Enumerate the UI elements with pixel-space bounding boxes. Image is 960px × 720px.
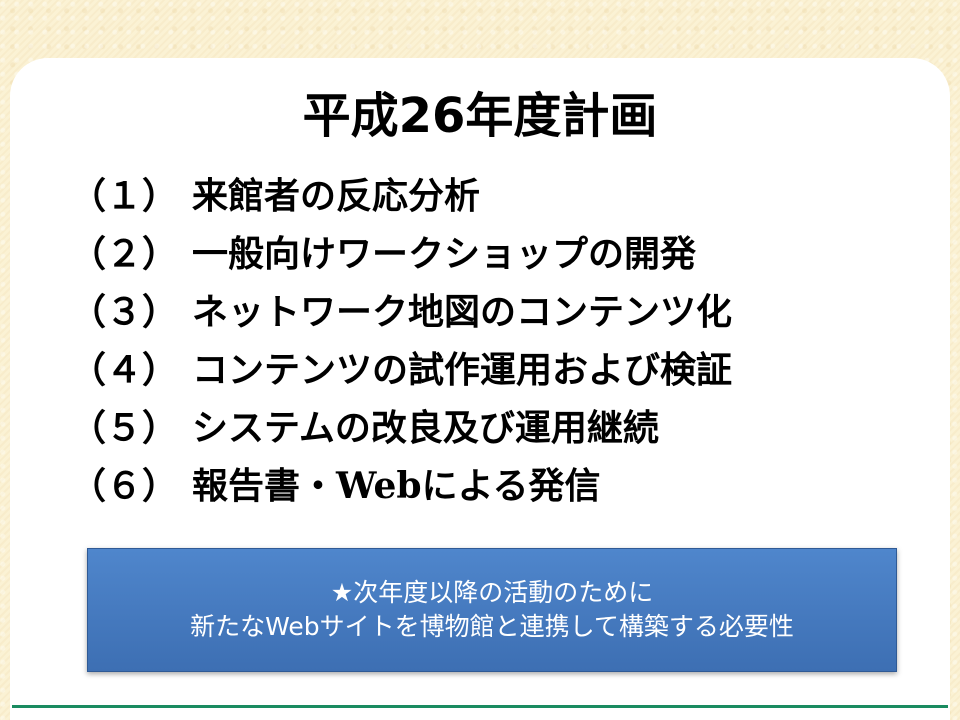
plan-item-number: （１） [70,175,179,217]
note-line-1: ★次年度以降の活動のために [330,578,654,607]
plan-item-number: （２） [70,233,179,275]
plan-item-1: （１） 来館者の反応分析 [70,164,910,222]
plan-item-text: ネットワーク地図のコンテンツ化 [192,291,733,333]
plan-item-4: （４） コンテンツの試作運用および検証 [70,338,910,396]
note-line-2: 新たなWebサイトを博物館と連携して構築する必要性 [190,612,794,641]
plan-item-number: （５） [70,407,179,449]
plan-item-5: （５） システムの改良及び運用継続 [70,396,910,454]
slide-title: 平成26年度計画 [302,88,658,144]
plan-item-text: コンテンツの試作運用および検証 [192,349,733,391]
plan-list: （１） 来館者の反応分析 （２） 一般向けワークショップの開発 （３） ネットワ… [70,164,910,512]
plan-item-text: 来館者の反応分析 [192,175,481,217]
plan-item-text: システムの改良及び運用継続 [192,407,659,449]
plan-item-3: （３） ネットワーク地図のコンテンツ化 [70,280,910,338]
bottom-rule [12,705,948,708]
note-box: ★次年度以降の活動のために 新たなWebサイトを博物館と連携して構築する必要性 [87,548,897,672]
plan-item-text: 一般向けワークショップの開発 [192,233,697,275]
plan-item-number: （４） [70,349,179,391]
plan-item-number: （３） [70,291,179,333]
plan-item-text: 報告書・Webによる発信 [192,465,601,507]
plan-item-number: （６） [70,465,179,507]
plan-item-2: （２） 一般向けワークショップの開発 [70,222,910,280]
plan-item-6: （６） 報告書・Webによる発信 [70,454,910,512]
